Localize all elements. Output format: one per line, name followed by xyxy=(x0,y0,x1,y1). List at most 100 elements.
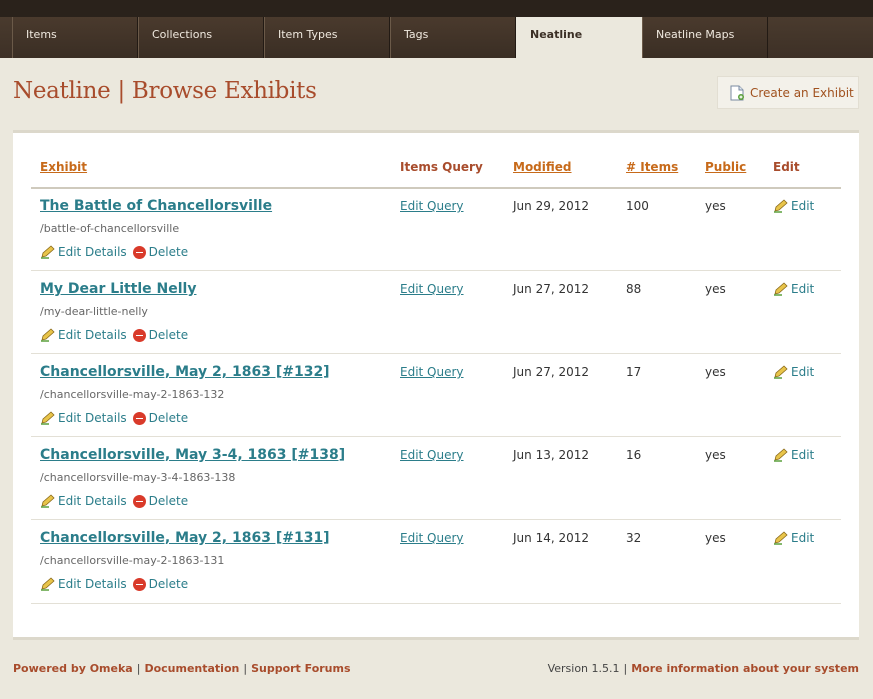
items-count: 17 xyxy=(626,365,642,379)
page-title: Neatline | Browse Exhibits xyxy=(13,78,317,104)
row-actions: Edit Details Delete xyxy=(40,411,188,425)
delete-link[interactable]: Delete xyxy=(149,245,188,259)
footer-separator: | xyxy=(623,662,628,675)
header-edit: Edit xyxy=(773,160,800,174)
delete-link[interactable]: Delete xyxy=(149,494,188,508)
pencil-icon xyxy=(40,328,56,342)
edit-query-link[interactable]: Edit Query xyxy=(400,199,464,213)
delete-link[interactable]: Delete xyxy=(149,411,188,425)
edit-label: Edit xyxy=(791,531,815,545)
tab-tags[interactable]: Tags xyxy=(390,17,516,58)
exhibit-slug: /chancellorsville-may-2-1863-131 xyxy=(40,554,225,567)
exhibit-slug: /battle-of-chancellorsville xyxy=(40,222,180,235)
tab-neatline-maps[interactable]: Neatline Maps xyxy=(642,17,768,58)
pencil-icon xyxy=(773,531,789,545)
footer-separator: | xyxy=(243,662,248,675)
header-items-count[interactable]: # Items xyxy=(626,160,678,180)
pencil-icon xyxy=(40,494,56,508)
tab-neatline[interactable]: Neatline xyxy=(516,17,642,58)
delete-circle-icon xyxy=(132,328,146,342)
row-divider xyxy=(31,519,841,520)
edit-details-link[interactable]: Edit Details xyxy=(58,494,127,508)
row-divider xyxy=(31,353,841,354)
modified-date: Jun 13, 2012 xyxy=(513,448,590,462)
public-status: yes xyxy=(705,282,726,296)
public-status: yes xyxy=(705,531,726,545)
top-navigation-bar: Items Collections Item Types Tags Neatli… xyxy=(0,0,873,58)
pencil-icon xyxy=(773,365,789,379)
modified-date: Jun 14, 2012 xyxy=(513,531,590,545)
delete-link[interactable]: Delete xyxy=(149,577,188,591)
exhibit-title-link[interactable]: My Dear Little Nelly xyxy=(40,281,196,297)
powered-by-omeka-link[interactable]: Powered by Omeka xyxy=(13,662,133,675)
exhibit-slug: /chancellorsville-may-2-1863-132 xyxy=(40,388,225,401)
delete-circle-icon xyxy=(132,494,146,508)
footer-separator: | xyxy=(136,662,141,675)
support-forums-link[interactable]: Support Forums xyxy=(251,662,350,675)
edit-label: Edit xyxy=(791,448,815,462)
documentation-link[interactable]: Documentation xyxy=(144,662,239,675)
tab-items[interactable]: Items xyxy=(12,17,138,58)
row-actions: Edit Details Delete xyxy=(40,245,188,259)
tab-collections[interactable]: Collections xyxy=(138,17,264,58)
main-tabs: Items Collections Item Types Tags Neatli… xyxy=(12,17,768,58)
items-count: 88 xyxy=(626,282,642,296)
footer-links: Powered by Omeka | Documentation | Support F… xyxy=(13,662,351,675)
modified-date: Jun 27, 2012 xyxy=(513,365,590,379)
edit-query-link[interactable]: Edit Query xyxy=(400,531,464,545)
modified-date: Jun 27, 2012 xyxy=(513,282,590,296)
exhibit-slug: /my-dear-little-nelly xyxy=(40,305,148,318)
create-exhibit-button[interactable]: Create an Exhibit xyxy=(717,76,859,109)
edit-query-link[interactable]: Edit Query xyxy=(400,448,464,462)
exhibit-title-link[interactable]: Chancellorsville, May 3-4, 1863 [#138] xyxy=(40,447,345,463)
header-exhibit[interactable]: Exhibit xyxy=(40,160,87,180)
pencil-icon xyxy=(773,448,789,462)
row-divider xyxy=(31,603,841,604)
edit-label: Edit xyxy=(791,199,815,213)
delete-circle-icon xyxy=(132,411,146,425)
new-document-icon xyxy=(730,85,744,101)
public-status: yes xyxy=(705,199,726,213)
edit-details-link[interactable]: Edit Details xyxy=(58,328,127,342)
edit-label: Edit xyxy=(791,365,815,379)
edit-exhibit-button[interactable]: Edit xyxy=(773,365,814,379)
header-public[interactable]: Public xyxy=(705,160,746,180)
pencil-icon xyxy=(773,282,789,296)
edit-exhibit-button[interactable]: Edit xyxy=(773,282,814,296)
delete-link[interactable]: Delete xyxy=(149,328,188,342)
exhibit-title-link[interactable]: Chancellorsville, May 2, 1863 [#132] xyxy=(40,364,330,380)
delete-circle-icon xyxy=(132,245,146,259)
public-status: yes xyxy=(705,448,726,462)
edit-details-link[interactable]: Edit Details xyxy=(58,245,127,259)
modified-date: Jun 29, 2012 xyxy=(513,199,590,213)
create-exhibit-label: Create an Exhibit xyxy=(750,85,854,100)
tab-item-types[interactable]: Item Types xyxy=(264,17,390,58)
row-actions: Edit Details Delete xyxy=(40,577,188,591)
edit-label: Edit xyxy=(791,282,815,296)
pencil-icon xyxy=(40,577,56,591)
edit-details-link[interactable]: Edit Details xyxy=(58,411,127,425)
header-modified[interactable]: Modified xyxy=(513,160,572,180)
row-divider xyxy=(31,270,841,271)
exhibit-title-link[interactable]: The Battle of Chancellorsville xyxy=(40,198,272,214)
footer-version: Version 1.5.1 | More information about you… xyxy=(548,662,859,675)
edit-details-link[interactable]: Edit Details xyxy=(58,577,127,591)
version-text: Version 1.5.1 xyxy=(547,662,620,675)
system-info-link[interactable]: More information about your system xyxy=(631,662,859,675)
pencil-icon xyxy=(40,245,56,259)
items-count: 100 xyxy=(626,199,649,213)
row-divider xyxy=(31,436,841,437)
edit-exhibit-button[interactable]: Edit xyxy=(773,199,814,213)
row-actions: Edit Details Delete xyxy=(40,328,188,342)
header-divider xyxy=(31,187,841,189)
public-status: yes xyxy=(705,365,726,379)
delete-circle-icon xyxy=(132,577,146,591)
exhibit-title-link[interactable]: Chancellorsville, May 2, 1863 [#131] xyxy=(40,530,330,546)
pencil-icon xyxy=(40,411,56,425)
edit-exhibit-button[interactable]: Edit xyxy=(773,448,814,462)
edit-query-link[interactable]: Edit Query xyxy=(400,282,464,296)
edit-query-link[interactable]: Edit Query xyxy=(400,365,464,379)
pencil-icon xyxy=(773,199,789,213)
exhibit-slug: /chancellorsville-may-3-4-1863-138 xyxy=(40,471,236,484)
edit-exhibit-button[interactable]: Edit xyxy=(773,531,814,545)
